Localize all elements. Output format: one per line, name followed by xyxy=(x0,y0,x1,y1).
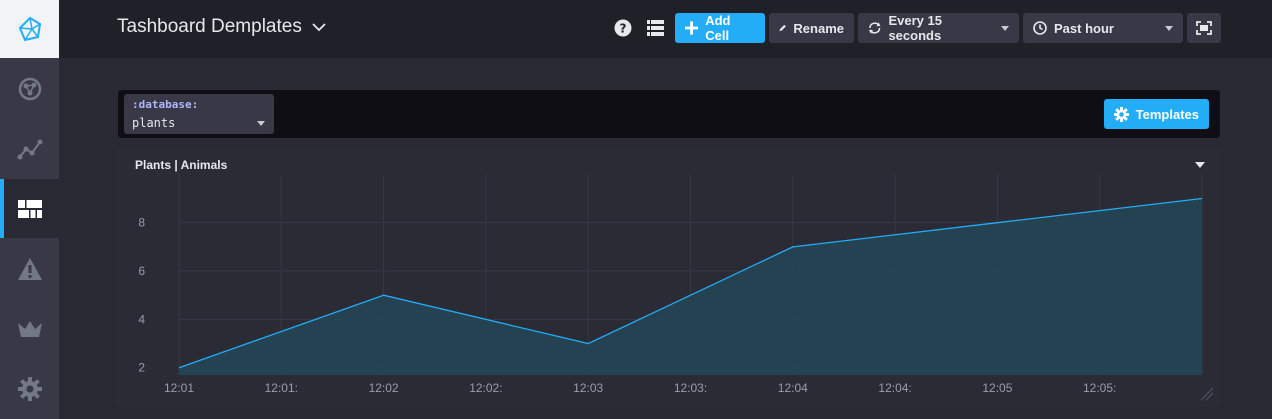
plus-icon xyxy=(685,21,699,35)
clock-icon xyxy=(1033,21,1047,35)
page-title: Tashboard Demplates xyxy=(117,16,302,37)
expand-icon xyxy=(1196,21,1212,35)
rename-button[interactable]: Rename xyxy=(769,13,854,43)
templates-button-label: Templates xyxy=(1135,106,1199,122)
refresh-icon xyxy=(868,22,881,34)
sidebar xyxy=(0,0,59,419)
sidebar-item-configuration[interactable] xyxy=(0,359,59,418)
y-tick-label: 6 xyxy=(138,264,145,278)
x-tick-label: 12:04 xyxy=(778,381,808,395)
sidebar-item-dashboards[interactable] xyxy=(0,179,59,238)
logo-button[interactable] xyxy=(0,0,59,58)
area-chart[interactable]: 2 4 6 8 12:01 12:01: 12:02 12:02: 12:03 12:03: 12:… xyxy=(117,148,1221,407)
resize-handle-icon[interactable] xyxy=(1200,387,1214,401)
dashboard-title-dropdown[interactable]: Tashboard Demplates xyxy=(117,16,326,38)
y-tick-label: 8 xyxy=(138,216,145,230)
template-variable-key: :database: xyxy=(132,98,199,111)
rename-label: Rename xyxy=(793,20,844,36)
crown-icon xyxy=(17,320,42,337)
template-variable-dropdown[interactable]: :database: plants xyxy=(124,94,274,134)
x-tick-label: 12:03: xyxy=(674,381,707,395)
toggle-template-controls-button[interactable] xyxy=(641,14,669,42)
x-tick-label: 12:03 xyxy=(573,381,603,395)
y-tick-label: 2 xyxy=(138,361,145,375)
caret-down-icon xyxy=(1001,25,1009,31)
templates-button[interactable]: Templates xyxy=(1103,99,1209,129)
dashboards-icon xyxy=(17,199,42,218)
graph-icon xyxy=(18,77,41,100)
add-cell-label: Add Cell xyxy=(705,13,731,43)
help-button[interactable]: ? xyxy=(609,14,637,42)
autorefresh-label: Every 15 seconds xyxy=(888,13,942,43)
autorefresh-dropdown[interactable]: Every 15 seconds xyxy=(858,13,1019,43)
x-tick-label: 12:05: xyxy=(1083,381,1116,395)
x-tick-label: 12:02: xyxy=(469,381,502,395)
time-range-label: Past hour xyxy=(1054,20,1114,36)
template-variable-value: plants xyxy=(132,116,176,130)
sidebar-item-admin[interactable] xyxy=(0,299,59,358)
caret-down-icon xyxy=(257,121,265,126)
dashboard-cell[interactable]: Plants | Animals 2 4 6 8 12:01 12:01: 12:02 12:… xyxy=(117,148,1221,407)
x-tick-label: 12:05 xyxy=(982,381,1012,395)
influx-logo-icon xyxy=(18,16,41,42)
template-controls-bar: :database: plants Templates xyxy=(117,89,1221,139)
x-tick-label: 12:02 xyxy=(369,381,399,395)
add-cell-button[interactable]: Add Cell xyxy=(675,13,765,43)
fullscreen-button[interactable] xyxy=(1187,13,1221,43)
caret-down-icon xyxy=(1165,25,1173,31)
chevron-down-icon xyxy=(312,22,326,31)
svg-text:?: ? xyxy=(620,22,627,36)
gear-icon xyxy=(1113,106,1129,122)
time-range-dropdown[interactable]: Past hour xyxy=(1023,13,1183,43)
x-tick-label: 12:01 xyxy=(164,381,194,395)
sidebar-item-data-explorer[interactable] xyxy=(0,59,59,118)
sidebar-item-alerts[interactable] xyxy=(0,239,59,298)
gear-icon xyxy=(17,376,42,401)
page-header: Tashboard Demplates ? Add Cell Rename Ev… xyxy=(59,0,1272,58)
x-tick-label: 12:01: xyxy=(265,381,298,395)
alert-triangle-icon xyxy=(17,257,42,280)
x-tick-label: 12:04: xyxy=(878,381,911,395)
line-graph-icon xyxy=(17,139,42,159)
question-icon: ? xyxy=(614,19,632,37)
server-list-icon xyxy=(646,20,664,36)
y-tick-label: 4 xyxy=(138,312,145,326)
sidebar-item-host-list[interactable] xyxy=(0,120,59,179)
pencil-icon xyxy=(779,24,786,32)
